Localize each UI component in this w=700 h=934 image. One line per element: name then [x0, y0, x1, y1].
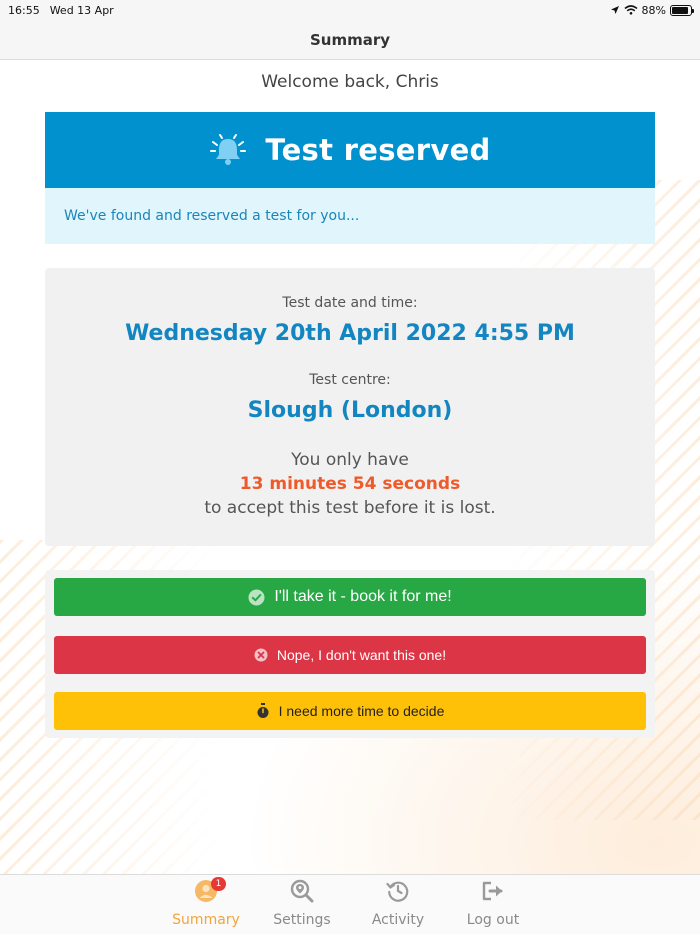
accept-deadline-text: to accept this test before it is lost. [204, 498, 496, 518]
logout-icon [482, 881, 503, 901]
navigation-bar: Summary [0, 20, 700, 60]
banner-title: Test reserved [265, 133, 491, 167]
tab-activity-label: Activity [371, 912, 425, 928]
status-bar: 16:55 Wed 13 Apr 88% [0, 0, 700, 20]
status-date: Wed 13 Apr [49, 3, 114, 17]
x-circle-icon [254, 648, 268, 662]
history-icon [386, 881, 409, 902]
action-panel: I'll take it - book it for me! Nope, I d… [45, 570, 655, 738]
reject-test-label: Nope, I don't want this one! [276, 647, 447, 663]
time-remaining-intro: You only have [291, 450, 409, 470]
tab-logout[interactable]: Log out [448, 875, 538, 934]
more-time-label: I need more time to decide [278, 703, 445, 719]
accept-test-label: I'll take it - book it for me! [274, 588, 452, 605]
tab-logout-label: Log out [466, 912, 520, 928]
test-date-label: Test date and time: [282, 295, 418, 311]
search-pin-icon [290, 879, 314, 903]
notification-badge: 1 [211, 877, 226, 891]
tab-summary[interactable]: 1 Summary [161, 875, 251, 934]
battery-percent: 88% [641, 3, 666, 17]
tab-settings[interactable]: Settings [257, 875, 347, 934]
reject-test-button[interactable]: Nope, I don't want this one! [54, 636, 646, 674]
check-circle-icon [248, 589, 265, 605]
test-date-value: Wednesday 20th April 2022 4:55 PM [125, 321, 575, 346]
tab-activity[interactable]: Activity [353, 875, 443, 934]
banner-subtitle: We've found and reserved a test for you.… [45, 188, 655, 244]
accept-test-button[interactable]: I'll take it - book it for me! [54, 578, 646, 616]
location-icon [610, 6, 619, 14]
more-time-button[interactable]: I need more time to decide [54, 692, 646, 730]
battery-icon [670, 4, 694, 16]
test-centre-value: Slough (London) [247, 398, 453, 423]
test-centre-label: Test centre: [309, 372, 391, 388]
stopwatch-icon [257, 703, 269, 718]
tab-bar: 1 Summary Settings Activity Log out [0, 874, 700, 934]
status-time: 16:55 [8, 3, 40, 17]
test-details-card: Test date and time: Wednesday 20th April… [45, 268, 655, 546]
bell-icon [210, 134, 247, 165]
wifi-icon [624, 5, 638, 15]
tab-summary-label: Summary [172, 912, 240, 928]
test-reserved-banner: Test reserved [45, 112, 655, 188]
countdown-timer: 13 minutes 54 seconds [239, 474, 461, 494]
page-title: Summary [309, 30, 391, 49]
tab-settings-label: Settings [273, 912, 331, 928]
welcome-message: Welcome back, Chris [261, 72, 439, 92]
